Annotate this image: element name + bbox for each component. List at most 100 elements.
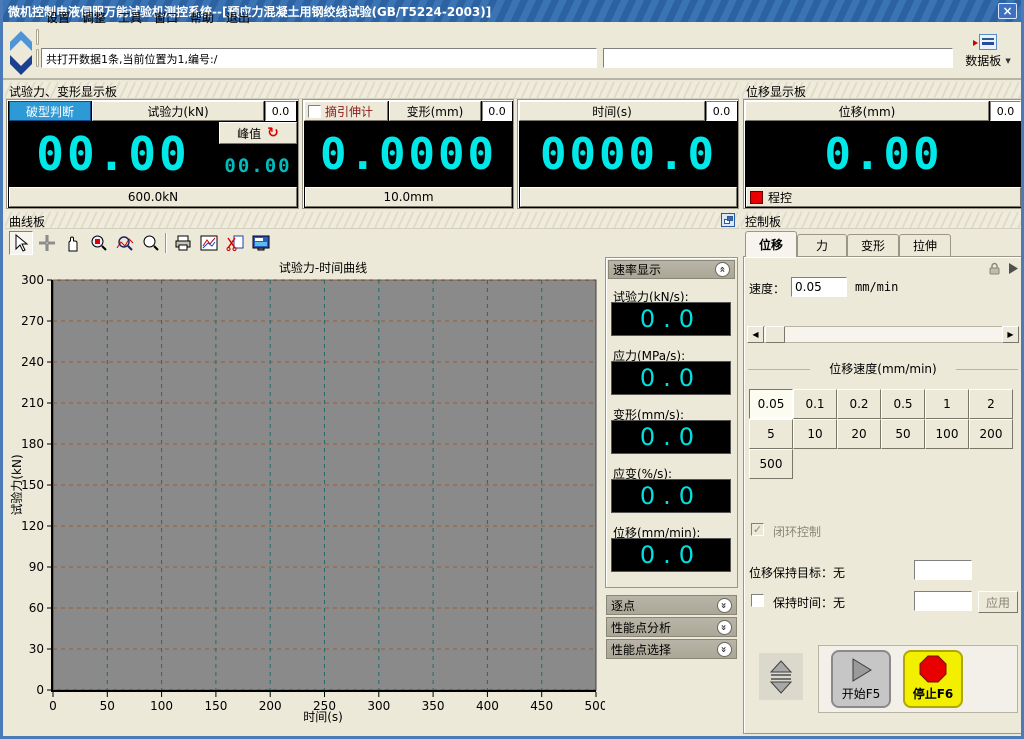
close-button[interactable]: × <box>998 3 1017 19</box>
zoom-out-icon <box>142 234 160 252</box>
secondary-textbox <box>603 48 953 68</box>
time-value-display: 0000.0 <box>520 123 737 185</box>
hold-time-checkbox[interactable] <box>751 594 764 607</box>
section-pointwise[interactable]: 逐点 « <box>606 595 737 615</box>
peak-button[interactable]: 峰值 ↻ <box>219 122 297 144</box>
menu-item-window[interactable]: 窗口 <box>149 7 183 24</box>
speed-preset-button[interactable]: 2 <box>969 389 1013 419</box>
section-perf-analysis[interactable]: 性能点分析 « <box>606 617 737 637</box>
time-channel-label[interactable]: 时间(s) <box>519 101 705 121</box>
app-logo <box>8 29 34 77</box>
hold-target-label: 位移保持目标：无 <box>749 564 845 581</box>
y-tick-label: 150 <box>21 478 44 492</box>
break-judge-button[interactable]: 破型判断 <box>9 101 91 121</box>
speed-input[interactable] <box>791 277 847 297</box>
speed-scrollbar-track[interactable] <box>747 326 1019 343</box>
speed-preset-button[interactable]: 20 <box>837 419 881 449</box>
y-tick-label: 0 <box>36 683 44 697</box>
hand-icon <box>64 234 82 252</box>
y-tick-label: 90 <box>29 560 44 574</box>
rate-force-value: 0.0 <box>611 302 731 336</box>
speed-preset-button[interactable]: 10 <box>793 419 837 449</box>
menu-item-tools[interactable]: 工具 <box>113 7 147 24</box>
print-curve-button[interactable] <box>171 231 195 255</box>
zoom-curve-tool-button[interactable] <box>113 231 137 255</box>
speed-grid-title: 位移速度(mm/min) <box>815 360 951 377</box>
peak-refresh-icon[interactable]: ↻ <box>267 125 279 141</box>
speed-preset-button[interactable]: 5 <box>749 419 793 449</box>
speed-preset-button[interactable]: 100 <box>925 419 969 449</box>
rate-panel-title: 速率显示 <box>613 261 661 278</box>
tab-displacement[interactable]: 位移 <box>745 231 797 257</box>
cursor-tool-button[interactable] <box>9 231 33 255</box>
menu-item-settings[interactable]: 设置 <box>41 7 75 24</box>
zoom-box-tool-button[interactable] <box>87 231 111 255</box>
toolbar-separator <box>165 233 167 253</box>
toolbar-grip <box>36 49 39 67</box>
float-panel-icon[interactable] <box>721 213 735 227</box>
scrollbar-left-arrow[interactable]: ◀ <box>747 326 764 343</box>
closed-loop-label: 闭环控制 <box>773 523 821 540</box>
speed-preset-button[interactable]: 0.05 <box>749 389 793 419</box>
crosshair-tool-button[interactable] <box>35 231 59 255</box>
speed-preset-button[interactable]: 0.2 <box>837 389 881 419</box>
speed-preset-button[interactable]: 500 <box>749 449 793 479</box>
force-channel-label[interactable]: 试验力(kN) <box>92 101 264 121</box>
start-button[interactable]: 开始F5 <box>831 650 891 708</box>
displacement-aux-value: 0.0 <box>990 101 1021 121</box>
extensometer-toggle[interactable]: 摘引伸计 <box>304 101 388 121</box>
curve-options-button[interactable] <box>197 231 221 255</box>
menu-item-adjust[interactable]: 调整 <box>77 7 111 24</box>
chart-x-axis-label: 时间(s) <box>53 708 593 725</box>
collapse-up-icon[interactable]: « <box>715 262 730 277</box>
databoard-dropdown-icon: ▼ <box>1005 57 1010 65</box>
speed-unit-label: mm/min <box>855 280 898 294</box>
rate-deform-value: 0.0 <box>611 420 731 454</box>
close-icon: × <box>1002 4 1012 18</box>
deform-channel-label[interactable]: 变形(mm) <box>389 101 481 121</box>
lock-icon[interactable] <box>987 261 1002 276</box>
extensometer-checkbox[interactable] <box>308 105 321 118</box>
displacement-channel-label[interactable]: 位移(mm) <box>745 101 989 121</box>
section-perf-select[interactable]: 性能点选择 « <box>606 639 737 659</box>
closed-loop-checkbox[interactable]: ✓ <box>751 523 764 536</box>
speed-preset-button[interactable]: 0.1 <box>793 389 837 419</box>
speed-preset-button[interactable]: 50 <box>881 419 925 449</box>
databoard-button[interactable]: 数据板 ▼ <box>956 34 1020 76</box>
program-control-row: 程控 <box>746 187 1021 207</box>
peak-value-display: 00.00 <box>221 148 295 184</box>
zoom-out-tool-button[interactable] <box>139 231 163 255</box>
tab-deform[interactable]: 变形 <box>847 234 899 256</box>
force-aux-value: 0.0 <box>265 101 296 121</box>
status-textbox: 共打开数据1条,当前位置为1,编号:/ <box>41 48 597 68</box>
collapse-down-icon[interactable]: « <box>717 620 732 635</box>
scrollbar-right-arrow[interactable]: ▶ <box>1002 326 1019 343</box>
hold-time-input[interactable] <box>914 591 972 611</box>
collapse-down-icon[interactable]: « <box>717 642 732 657</box>
speed-preset-button[interactable]: 200 <box>969 419 1013 449</box>
copy-curve-button[interactable] <box>223 231 247 255</box>
speed-label: 速度： <box>749 280 785 297</box>
speed-preset-button[interactable]: 0.5 <box>881 389 925 419</box>
panel-expand-arrow-icon[interactable] <box>1007 262 1019 275</box>
crosshead-jog-button[interactable] <box>759 653 803 700</box>
tab-force[interactable]: 力 <box>797 234 847 256</box>
menu-item-help[interactable]: 帮助 <box>185 7 219 24</box>
stop-button-label: 停止F6 <box>913 685 954 702</box>
start-button-label: 开始F5 <box>842 685 881 702</box>
rate-panel-header[interactable]: 速率显示 « <box>608 260 735 279</box>
pan-tool-button[interactable] <box>61 231 85 255</box>
hold-target-input[interactable] <box>914 560 972 580</box>
scrollbar-thumb[interactable] <box>765 326 785 343</box>
tab-tension[interactable]: 拉伸 <box>899 234 951 256</box>
stop-button[interactable]: 停止F6 <box>903 650 963 708</box>
time-aux-value: 0.0 <box>706 101 737 121</box>
collapse-down-icon[interactable]: « <box>717 598 732 613</box>
display-settings-button[interactable] <box>249 231 273 255</box>
menu-item-exit[interactable]: 退出 <box>221 7 255 24</box>
displacement-value-display: 0.00 <box>746 123 1021 185</box>
rate-stress-value: 0.0 <box>611 361 731 395</box>
peak-label: 峰值 <box>237 125 261 142</box>
speed-preset-button[interactable]: 1 <box>925 389 969 419</box>
apply-button[interactable]: 应用 <box>978 591 1018 613</box>
